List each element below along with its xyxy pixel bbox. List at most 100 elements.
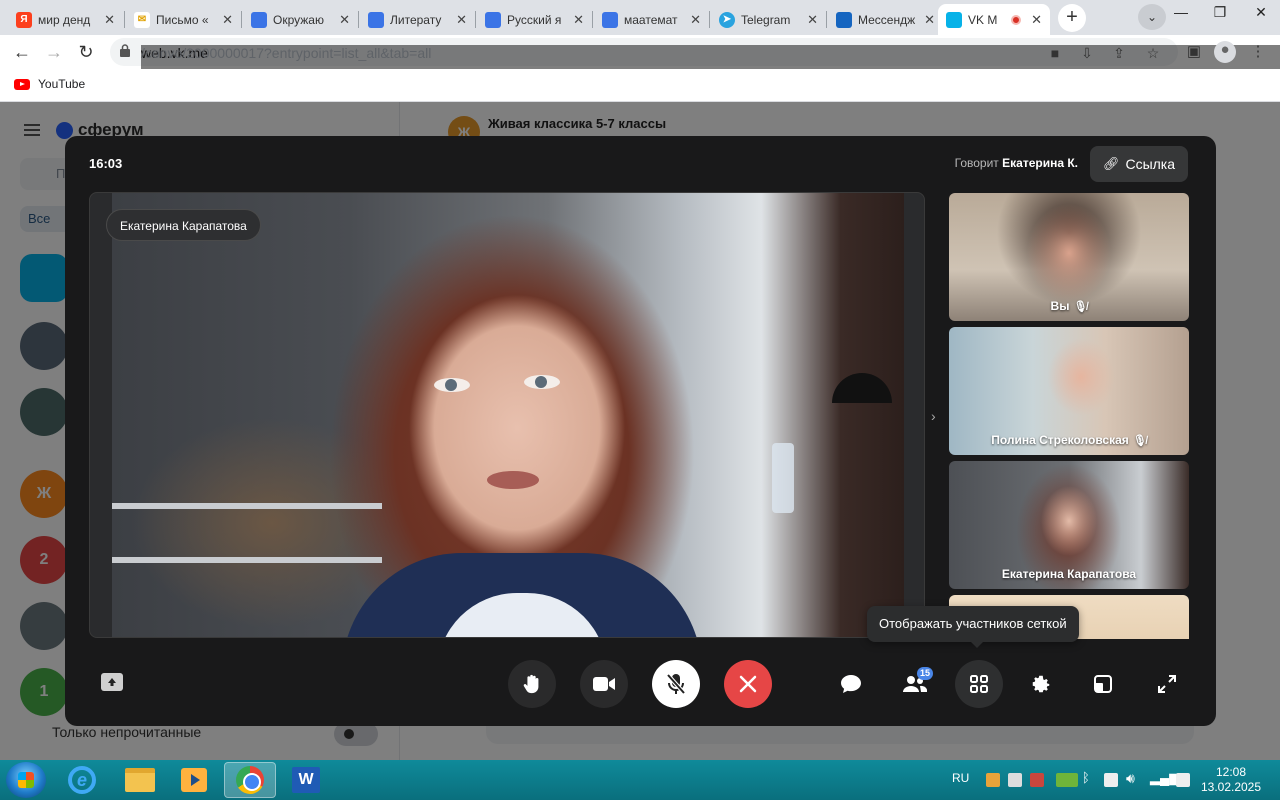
tab-label: VK M bbox=[968, 12, 998, 27]
tab-messenger[interactable]: Мессендж ✕ bbox=[828, 4, 943, 35]
tray-app-icon[interactable] bbox=[986, 773, 1000, 787]
close-icon[interactable]: ✕ bbox=[456, 12, 467, 28]
back-icon[interactable]: ← bbox=[10, 41, 34, 63]
nvidia-icon[interactable] bbox=[1056, 773, 1078, 787]
maximize-button[interactable]: ❐ bbox=[1205, 4, 1235, 21]
close-icon[interactable]: ✕ bbox=[690, 12, 701, 28]
clock-time: 12:08 bbox=[1215, 765, 1247, 779]
menu-icon[interactable]: ⋮ bbox=[1248, 43, 1268, 61]
participant-tile[interactable]: Вы 🎙︎̸ bbox=[949, 193, 1189, 321]
browser-toolbar: ← → ↻ web.vk.me/convo/2000000017?entrypo… bbox=[0, 35, 1280, 703]
main-video[interactable]: Екатерина Карапатова bbox=[89, 192, 925, 638]
tab-mir-dend[interactable]: Я мир денд ✕ bbox=[8, 4, 123, 35]
tab-okruzhayushchiy[interactable]: Окружаю ✕ bbox=[243, 4, 358, 35]
tab-label: Письмо « bbox=[156, 12, 209, 27]
hand-icon bbox=[523, 674, 539, 694]
bookmark-youtube[interactable]: YouTube bbox=[14, 77, 85, 91]
bookmarks-bar: YouTube bbox=[0, 69, 1280, 102]
close-icon[interactable]: ✕ bbox=[573, 12, 584, 28]
tab-matematika[interactable]: маатемат ✕ bbox=[594, 4, 709, 35]
doc-icon bbox=[485, 11, 501, 28]
screen-share-icon[interactable] bbox=[101, 673, 123, 691]
profile-icon[interactable]: ● bbox=[1214, 41, 1236, 63]
grid-view-button[interactable] bbox=[955, 660, 1003, 708]
forward-icon[interactable]: → bbox=[42, 41, 66, 63]
tab-label: Литерату bbox=[390, 12, 442, 27]
participant-tile[interactable]: Полина Стреколовская 🎙︎̸ bbox=[949, 327, 1189, 455]
doc-icon bbox=[368, 11, 384, 28]
mic-off-icon bbox=[666, 673, 686, 695]
participant-name: Вы bbox=[1050, 299, 1070, 313]
tab-label: Telegram bbox=[741, 12, 791, 27]
clock-date: 13.02.2025 bbox=[1200, 780, 1262, 794]
call-link-button[interactable]: 🔗︎ Ссылка bbox=[1090, 146, 1188, 182]
link-button-label: Ссылка bbox=[1125, 156, 1176, 172]
volume-icon[interactable]: 🔊︎ bbox=[1126, 770, 1135, 787]
close-icon[interactable]: ✕ bbox=[104, 12, 115, 28]
youtube-icon bbox=[14, 78, 30, 90]
language-indicator[interactable]: RU bbox=[952, 771, 969, 785]
tray-app-icon[interactable] bbox=[1030, 773, 1044, 787]
active-speaker: Говорит Екатерина К. bbox=[955, 156, 1078, 170]
reload-icon[interactable]: ↻ bbox=[74, 41, 98, 63]
close-icon[interactable]: ✕ bbox=[924, 12, 935, 28]
settings-button[interactable] bbox=[1017, 660, 1065, 708]
microphone-button[interactable] bbox=[652, 660, 700, 708]
star-icon[interactable]: ☆ bbox=[1144, 45, 1162, 61]
address-bar[interactable]: web.vk.me/convo/2000000017?entrypoint=li… bbox=[110, 38, 1280, 703]
tab-label: Окружаю bbox=[273, 12, 324, 27]
tab-pismo[interactable]: ✉ Письмо « ✕ bbox=[126, 4, 241, 35]
media-player-app[interactable] bbox=[168, 762, 220, 798]
yandex-icon: Я bbox=[16, 11, 32, 28]
tab-vk-messenger[interactable]: VK M ✕ bbox=[938, 4, 1050, 35]
internet-explorer-icon: e bbox=[68, 766, 96, 794]
tray-app-icon[interactable] bbox=[1008, 773, 1022, 787]
install-icon[interactable]: ⇩ bbox=[1078, 45, 1096, 61]
tab-label: Русский я bbox=[507, 12, 562, 27]
recording-icon bbox=[1011, 14, 1022, 25]
participant-name: Полина Стреколовская bbox=[991, 433, 1129, 447]
tab-label: маатемат bbox=[624, 12, 678, 27]
action-center-icon[interactable] bbox=[1176, 773, 1190, 787]
windows-taskbar: e W RU ᛒ 🔊︎ ▂▄▆ 12:08 13.02.2025 bbox=[0, 760, 1280, 800]
participants-button[interactable]: 15 bbox=[891, 660, 939, 708]
bluetooth-icon[interactable]: ᛒ bbox=[1082, 770, 1090, 785]
grid-icon bbox=[970, 675, 988, 693]
speaker-video-frame bbox=[112, 193, 904, 637]
pip-button[interactable] bbox=[1079, 660, 1127, 708]
close-icon[interactable]: ✕ bbox=[1031, 12, 1042, 28]
chat-button[interactable] bbox=[827, 660, 875, 708]
share-icon[interactable]: ⇪ bbox=[1110, 45, 1128, 61]
chevron-right-icon[interactable]: › bbox=[931, 408, 936, 424]
word-app[interactable]: W bbox=[280, 762, 332, 798]
raise-hand-button[interactable] bbox=[508, 660, 556, 708]
explorer-app[interactable] bbox=[114, 762, 166, 798]
gear-icon bbox=[1032, 675, 1050, 693]
minimize-button[interactable]: — bbox=[1166, 4, 1196, 20]
start-button[interactable] bbox=[6, 762, 46, 798]
chevron-down-icon[interactable]: ⌄ bbox=[1138, 4, 1166, 30]
camera-icon[interactable]: ■ bbox=[1046, 45, 1064, 61]
internet-explorer-app[interactable]: e bbox=[56, 762, 108, 798]
close-icon[interactable]: ✕ bbox=[222, 12, 233, 28]
camera-button[interactable] bbox=[580, 660, 628, 708]
tab-telegram[interactable]: ➤ Telegram ✕ bbox=[711, 4, 826, 35]
sidepanel-icon[interactable]: ▣ bbox=[1184, 43, 1204, 61]
system-clock[interactable]: 12:08 13.02.2025 bbox=[1196, 765, 1266, 795]
end-call-button[interactable] bbox=[724, 660, 772, 708]
tab-literatura[interactable]: Литерату ✕ bbox=[360, 4, 475, 35]
close-icon[interactable]: ✕ bbox=[339, 12, 350, 28]
close-window-button[interactable]: ✕ bbox=[1246, 4, 1276, 21]
close-icon bbox=[739, 675, 757, 693]
tray-app-icon[interactable] bbox=[1104, 773, 1118, 787]
chrome-app[interactable] bbox=[224, 762, 276, 798]
network-icon[interactable]: ▂▄▆ bbox=[1150, 770, 1179, 786]
close-icon[interactable]: ✕ bbox=[807, 12, 818, 28]
participant-tile[interactable]: Екатерина Карапатова bbox=[949, 461, 1189, 589]
mail-icon: ✉ bbox=[134, 11, 150, 28]
video-camera-icon bbox=[593, 677, 615, 691]
fullscreen-button[interactable] bbox=[1143, 660, 1191, 708]
new-tab-button[interactable]: + bbox=[1058, 4, 1086, 32]
video-call-window: 16:03 Говорит Екатерина К. 🔗︎ Ссылка Ека… bbox=[65, 136, 1216, 726]
tab-russkiy[interactable]: Русский я ✕ bbox=[477, 4, 592, 35]
